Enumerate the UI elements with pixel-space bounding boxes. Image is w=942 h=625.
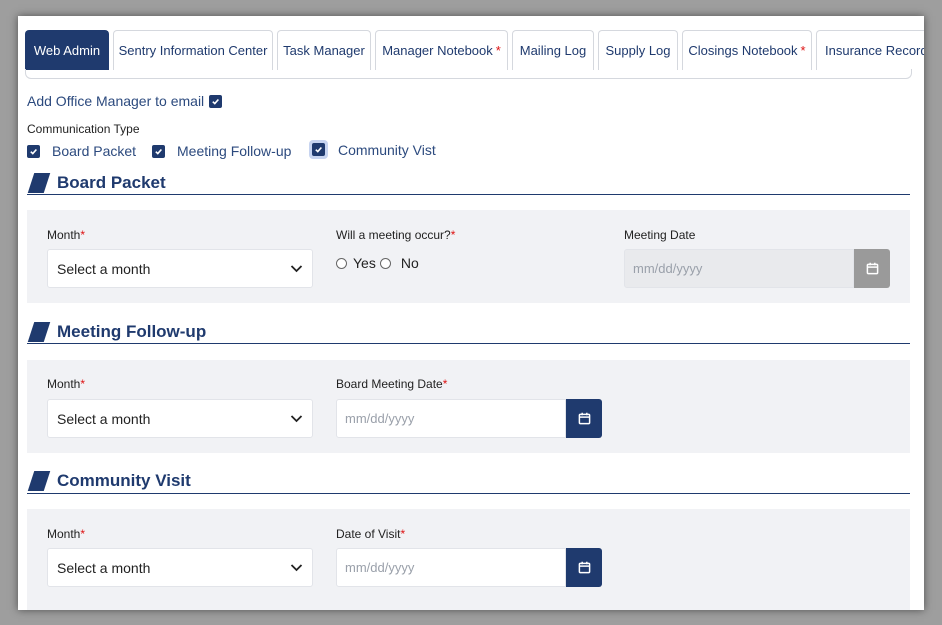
meeting-follow-up-month-label: Month* [47,377,86,391]
check-icon [30,148,37,155]
meeting-occur-radio-group: Yes No [336,255,419,271]
yes-radio[interactable] [336,257,347,269]
board-packet-month-label: Month* [47,228,86,242]
tab-label: Supply Log [605,43,671,58]
meeting-date-input: mm/dd/yyyy [624,249,854,288]
board-packet-month-select[interactable]: Select a month [47,249,313,288]
required-marker: * [800,43,806,58]
board-packet-heading: Board Packet [27,173,166,193]
calendar-icon [578,561,590,574]
community-vist-option-label: Community Vist [338,141,436,158]
meeting-follow-up-checkbox[interactable] [152,144,165,158]
meeting-occur-label: Will a meeting occur?* [336,228,456,242]
board-packet-divider [27,194,910,195]
tab-supply-log[interactable]: Supply Log [598,30,678,70]
communication-type-label: Communication Type [27,122,140,136]
meeting-date-label: Meeting Date [624,228,696,242]
chevron-down-icon [290,564,303,572]
tab-label: Insurance Record [825,43,924,58]
calendar-icon [866,262,878,275]
comm-option-meeting-follow-up[interactable]: Meeting Follow-up [152,143,291,159]
section-slash-icon [27,471,51,491]
section-slash-icon [27,322,51,342]
no-radio-label: No [400,255,419,271]
required-marker: * [495,43,501,58]
meeting-date-calendar-button [854,249,890,288]
check-icon [212,98,220,105]
comm-option-board-packet[interactable]: Board Packet [27,143,136,159]
board-meeting-date-field: mm/dd/yyyy [336,399,602,438]
select-value: Select a month [57,260,151,277]
date-of-visit-input[interactable]: mm/dd/yyyy [336,548,566,587]
board-packet-checkbox[interactable] [27,144,40,158]
comm-option-community-vist[interactable]: Community Vist [309,140,436,159]
tab-label: Task Manager [283,43,365,58]
tab-sentry-information-center[interactable]: Sentry Information Center [113,30,273,70]
community-visit-month-select[interactable]: Select a month [47,548,313,587]
check-icon [155,148,162,155]
tab-task-manager[interactable]: Task Manager [277,30,371,70]
tab-manager-notebook[interactable]: Manager Notebook * [375,30,508,70]
community-visit-panel: Month* Select a month Date of Visit* mm/… [27,509,910,610]
tab-label: Closings Notebook [688,43,798,58]
yes-radio-label: Yes [353,255,376,271]
meeting-follow-up-panel: Month* Select a month Board Meeting Date… [27,360,910,453]
add-office-manager-checkbox[interactable] [209,94,223,108]
tab-label: Web Admin [33,43,101,58]
board-packet-title: Board Packet [57,173,166,192]
community-visit-month-label: Month* [47,527,86,541]
tab-panel-border [25,69,912,79]
meeting-follow-up-option-label: Meeting Follow-up [177,143,292,159]
meeting-follow-up-heading: Meeting Follow-up [27,322,206,342]
tab-label: Sentry Information Center [118,43,268,58]
community-visit-title: Community Visit [57,471,191,490]
date-of-visit-label: Date of Visit* [336,527,406,541]
tab-label: Mailing Log [519,43,587,58]
community-vist-checkbox-focus[interactable] [309,140,328,159]
meeting-follow-up-title: Meeting Follow-up [57,322,207,341]
app-window: Web Admin Sentry Information Center Task… [18,16,924,610]
tab-closings-notebook[interactable]: Closings Notebook * [682,30,812,70]
select-value: Select a month [57,559,151,576]
add-office-manager-label: Add Office Manager to email [27,93,205,109]
date-of-visit-field: mm/dd/yyyy [336,548,602,587]
chevron-down-icon [290,265,303,273]
calendar-icon [578,412,590,425]
check-icon [315,146,322,153]
tab-web-admin[interactable]: Web Admin [25,30,109,70]
select-value: Select a month [57,410,151,427]
tab-mailing-log[interactable]: Mailing Log [512,30,594,70]
community-vist-checkbox[interactable] [312,143,325,156]
community-visit-heading: Community Visit [27,471,191,491]
tab-bar: Web Admin Sentry Information Center Task… [25,30,924,70]
board-meeting-date-calendar-button[interactable] [566,399,602,438]
meeting-follow-up-month-select[interactable]: Select a month [47,399,313,438]
no-radio[interactable] [379,257,391,269]
date-of-visit-calendar-button[interactable] [566,548,602,587]
board-packet-panel: Month* Select a month Will a meeting occ… [27,210,910,303]
tab-label: Manager Notebook [382,43,493,58]
section-slash-icon [27,173,51,193]
chevron-down-icon [290,415,303,423]
board-meeting-date-label: Board Meeting Date* [336,377,448,391]
community-visit-divider [27,493,910,494]
tab-insurance-record[interactable]: Insurance Record [816,30,924,70]
meeting-follow-up-divider [27,343,910,344]
board-packet-option-label: Board Packet [52,143,137,159]
add-office-manager-row: Add Office Manager to email [27,93,223,109]
board-meeting-date-input[interactable]: mm/dd/yyyy [336,399,566,438]
meeting-date-field: mm/dd/yyyy [624,249,890,288]
